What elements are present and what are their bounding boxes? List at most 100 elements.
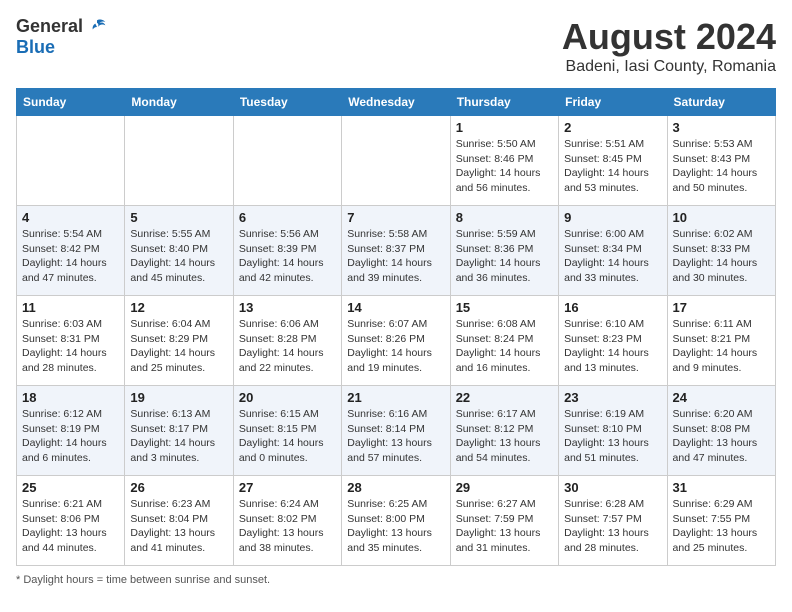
day-info: Sunrise: 6:13 AMSunset: 8:17 PMDaylight:… <box>130 407 227 466</box>
day-info: Sunrise: 6:10 AMSunset: 8:23 PMDaylight:… <box>564 317 661 376</box>
month-year-title: August 2024 <box>562 16 776 58</box>
day-cell: 15Sunrise: 6:08 AMSunset: 8:24 PMDayligh… <box>450 296 558 386</box>
footer-note: * Daylight hours = time between sunrise … <box>16 574 776 586</box>
day-info: Sunrise: 6:23 AMSunset: 8:04 PMDaylight:… <box>130 497 227 556</box>
day-cell: 2 Sunrise: 5:51 AMSunset: 8:45 PMDaylight… <box>559 116 667 206</box>
day-info: Sunrise: 6:27 AMSunset: 7:59 PMDaylight:… <box>456 497 553 556</box>
day-number: 6 <box>239 210 336 225</box>
day-number: 26 <box>130 480 227 495</box>
day-number: 8 <box>456 210 553 225</box>
day-info: Sunrise: 6:16 AMSunset: 8:14 PMDaylight:… <box>347 407 444 466</box>
day-number: 5 <box>130 210 227 225</box>
day-number: 14 <box>347 300 444 315</box>
day-info: Sunrise: 6:07 AMSunset: 8:26 PMDaylight:… <box>347 317 444 376</box>
day-cell: 22Sunrise: 6:17 AMSunset: 8:12 PMDayligh… <box>450 386 558 476</box>
day-cell: 6 Sunrise: 5:56 AMSunset: 8:39 PMDaylight… <box>233 206 341 296</box>
logo: General Blue <box>16 16 107 58</box>
day-number: 21 <box>347 390 444 405</box>
day-cell: 11 Sunrise: 6:03 AMSunset: 8:31 PMDayligh… <box>17 296 125 386</box>
day-header-saturday: Saturday <box>667 89 775 116</box>
day-info: Sunrise: 5:54 AMSunset: 8:42 PMDaylight:… <box>22 227 119 286</box>
day-cell: 7Sunrise: 5:58 AMSunset: 8:37 PMDaylight… <box>342 206 450 296</box>
day-cell: 25 Sunrise: 6:21 AMSunset: 8:06 PMDayligh… <box>17 476 125 566</box>
day-info: Sunrise: 6:29 AMSunset: 7:55 PMDaylight:… <box>673 497 770 556</box>
week-row-2: 4 Sunrise: 5:54 AMSunset: 8:42 PMDaylight… <box>17 206 776 296</box>
day-cell: 17 Sunrise: 6:11 AMSunset: 8:21 PMDayligh… <box>667 296 775 386</box>
day-cell: 1Sunrise: 5:50 AMSunset: 8:46 PMDaylight… <box>450 116 558 206</box>
day-number: 10 <box>673 210 770 225</box>
day-cell: 13Sunrise: 6:06 AMSunset: 8:28 PMDayligh… <box>233 296 341 386</box>
day-number: 19 <box>130 390 227 405</box>
day-cell: 9 Sunrise: 6:00 AMSunset: 8:34 PMDaylight… <box>559 206 667 296</box>
day-cell: 8 Sunrise: 5:59 AMSunset: 8:36 PMDaylight… <box>450 206 558 296</box>
day-number: 3 <box>673 120 770 135</box>
day-cell: 20Sunrise: 6:15 AMSunset: 8:15 PMDayligh… <box>233 386 341 476</box>
logo-general-text: General <box>16 16 83 37</box>
day-number: 4 <box>22 210 119 225</box>
day-number: 28 <box>347 480 444 495</box>
day-info: Sunrise: 5:50 AMSunset: 8:46 PMDaylight:… <box>456 137 553 196</box>
day-number: 12 <box>130 300 227 315</box>
calendar-table: SundayMondayTuesdayWednesdayThursdayFrid… <box>16 88 776 566</box>
day-cell: 27Sunrise: 6:24 AMSunset: 8:02 PMDayligh… <box>233 476 341 566</box>
day-header-friday: Friday <box>559 89 667 116</box>
day-cell: 19 Sunrise: 6:13 AMSunset: 8:17 PMDayligh… <box>125 386 233 476</box>
day-info: Sunrise: 5:56 AMSunset: 8:39 PMDaylight:… <box>239 227 336 286</box>
day-number: 17 <box>673 300 770 315</box>
day-header-wednesday: Wednesday <box>342 89 450 116</box>
day-number: 13 <box>239 300 336 315</box>
week-row-3: 11 Sunrise: 6:03 AMSunset: 8:31 PMDayligh… <box>17 296 776 386</box>
day-cell: 28 Sunrise: 6:25 AMSunset: 8:00 PMDayligh… <box>342 476 450 566</box>
day-info: Sunrise: 6:21 AMSunset: 8:06 PMDaylight:… <box>22 497 119 556</box>
header: General Blue August 2024 Badeni, Iasi Co… <box>16 16 776 76</box>
day-number: 30 <box>564 480 661 495</box>
day-cell: 5 Sunrise: 5:55 AMSunset: 8:40 PMDaylight… <box>125 206 233 296</box>
day-cell <box>17 116 125 206</box>
day-cell: 14 Sunrise: 6:07 AMSunset: 8:26 PMDayligh… <box>342 296 450 386</box>
days-header-row: SundayMondayTuesdayWednesdayThursdayFrid… <box>17 89 776 116</box>
day-info: Sunrise: 5:59 AMSunset: 8:36 PMDaylight:… <box>456 227 553 286</box>
day-info: Sunrise: 6:00 AMSunset: 8:34 PMDaylight:… <box>564 227 661 286</box>
week-row-5: 25 Sunrise: 6:21 AMSunset: 8:06 PMDayligh… <box>17 476 776 566</box>
day-cell: 29 Sunrise: 6:27 AMSunset: 7:59 PMDayligh… <box>450 476 558 566</box>
day-info: Sunrise: 6:11 AMSunset: 8:21 PMDaylight:… <box>673 317 770 376</box>
day-header-tuesday: Tuesday <box>233 89 341 116</box>
day-cell: 10Sunrise: 6:02 AMSunset: 8:33 PMDayligh… <box>667 206 775 296</box>
day-cell: 24 Sunrise: 6:20 AMSunset: 8:08 PMDayligh… <box>667 386 775 476</box>
day-info: Sunrise: 6:08 AMSunset: 8:24 PMDaylight:… <box>456 317 553 376</box>
day-number: 29 <box>456 480 553 495</box>
day-info: Sunrise: 6:03 AMSunset: 8:31 PMDaylight:… <box>22 317 119 376</box>
day-info: Sunrise: 5:58 AMSunset: 8:37 PMDaylight:… <box>347 227 444 286</box>
day-info: Sunrise: 6:12 AMSunset: 8:19 PMDaylight:… <box>22 407 119 466</box>
day-number: 25 <box>22 480 119 495</box>
day-info: Sunrise: 6:19 AMSunset: 8:10 PMDaylight:… <box>564 407 661 466</box>
day-info: Sunrise: 5:55 AMSunset: 8:40 PMDaylight:… <box>130 227 227 286</box>
day-cell: 18 Sunrise: 6:12 AMSunset: 8:19 PMDayligh… <box>17 386 125 476</box>
day-cell <box>125 116 233 206</box>
day-info: Sunrise: 6:04 AMSunset: 8:29 PMDaylight:… <box>130 317 227 376</box>
day-number: 11 <box>22 300 119 315</box>
day-cell: 21 Sunrise: 6:16 AMSunset: 8:14 PMDayligh… <box>342 386 450 476</box>
day-cell: 4 Sunrise: 5:54 AMSunset: 8:42 PMDaylight… <box>17 206 125 296</box>
day-number: 9 <box>564 210 661 225</box>
day-cell <box>342 116 450 206</box>
day-cell: 23 Sunrise: 6:19 AMSunset: 8:10 PMDayligh… <box>559 386 667 476</box>
day-number: 18 <box>22 390 119 405</box>
day-cell: 26 Sunrise: 6:23 AMSunset: 8:04 PMDayligh… <box>125 476 233 566</box>
logo-bird-icon <box>87 17 107 37</box>
day-cell: 31Sunrise: 6:29 AMSunset: 7:55 PMDayligh… <box>667 476 775 566</box>
day-info: Sunrise: 6:17 AMSunset: 8:12 PMDaylight:… <box>456 407 553 466</box>
day-cell: 3Sunrise: 5:53 AMSunset: 8:43 PMDaylight… <box>667 116 775 206</box>
day-info: Sunrise: 5:51 AMSunset: 8:45 PMDaylight:… <box>564 137 661 196</box>
logo-blue-text: Blue <box>16 37 55 58</box>
day-number: 2 <box>564 120 661 135</box>
title-area: August 2024 Badeni, Iasi County, Romania <box>562 16 776 76</box>
day-number: 23 <box>564 390 661 405</box>
day-info: Sunrise: 6:15 AMSunset: 8:15 PMDaylight:… <box>239 407 336 466</box>
day-header-thursday: Thursday <box>450 89 558 116</box>
day-cell: 12 Sunrise: 6:04 AMSunset: 8:29 PMDayligh… <box>125 296 233 386</box>
day-info: Sunrise: 6:25 AMSunset: 8:00 PMDaylight:… <box>347 497 444 556</box>
day-info: Sunrise: 6:20 AMSunset: 8:08 PMDaylight:… <box>673 407 770 466</box>
day-number: 24 <box>673 390 770 405</box>
day-cell <box>233 116 341 206</box>
